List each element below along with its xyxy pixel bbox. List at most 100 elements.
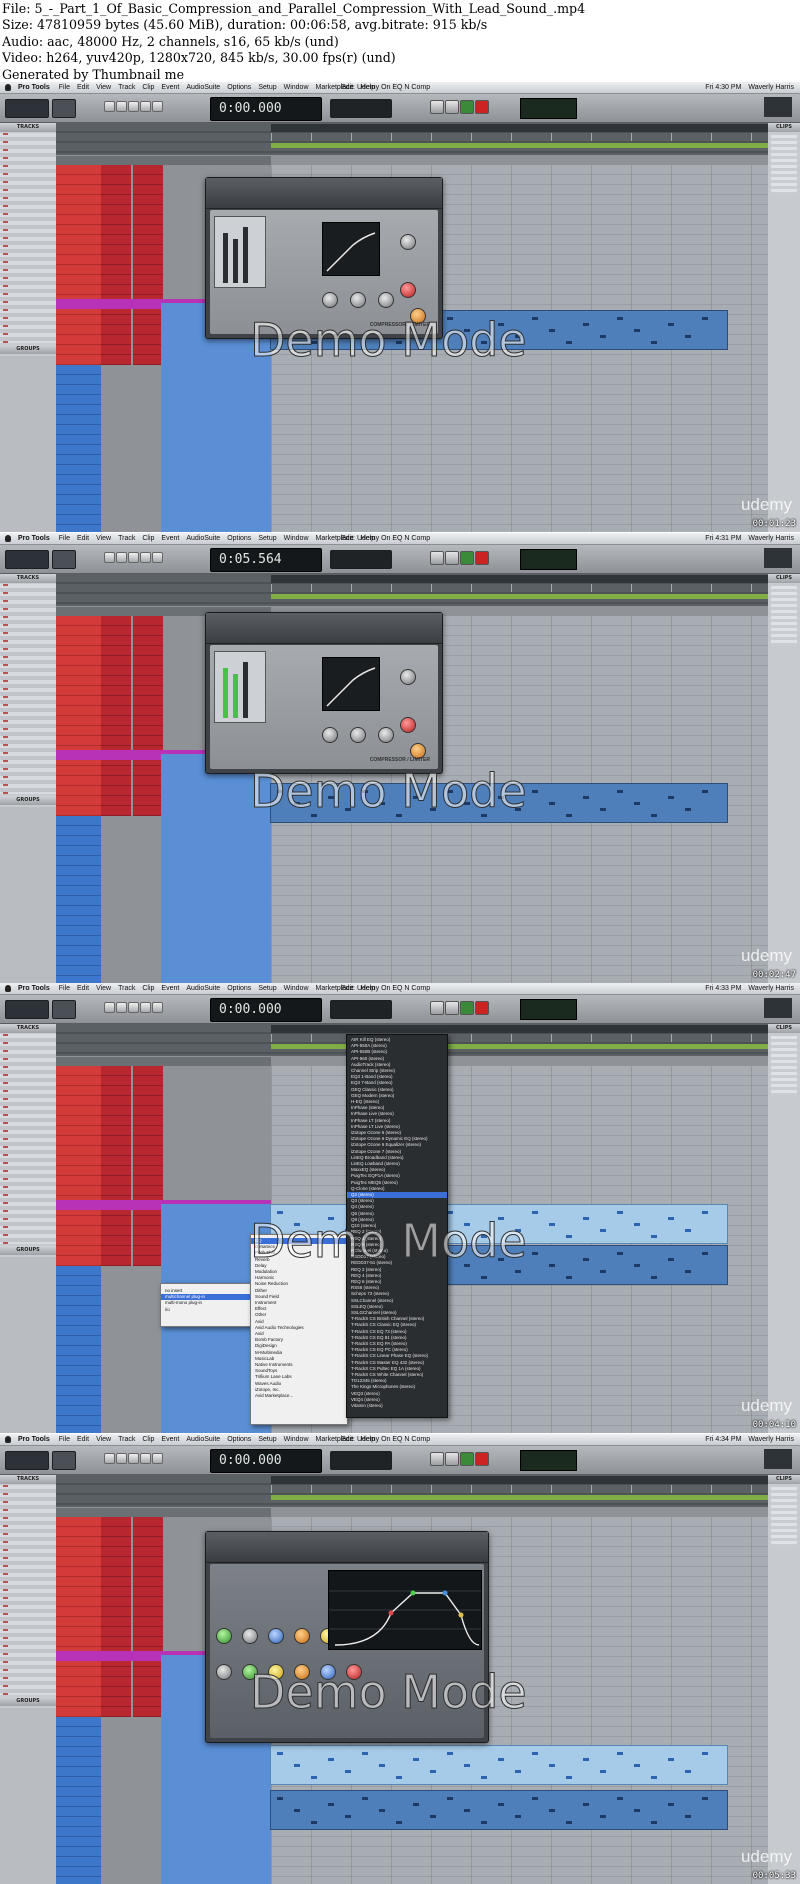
release-knob[interactable] [400, 717, 416, 733]
menu-item[interactable]: Setup [258, 82, 276, 93]
clips-list[interactable] [771, 1036, 797, 1096]
zoomer-tool-icon[interactable] [104, 1002, 115, 1013]
min-sec-ruler[interactable] [271, 1485, 768, 1493]
inserts-f-j-column[interactable] [133, 616, 163, 816]
groups-header[interactable]: GROUPS [0, 1697, 56, 1706]
menu-item[interactable]: Event [161, 533, 179, 544]
play-icon[interactable] [460, 1001, 474, 1015]
plugin-category-item[interactable]: Avid Marketplace... [251, 1393, 347, 1399]
inserts-f-j-column[interactable] [133, 1517, 163, 1717]
tempo-meter-display[interactable] [520, 1450, 577, 1471]
pencil-tool-icon[interactable] [152, 101, 163, 112]
app-menu[interactable]: Pro Tools [18, 533, 50, 544]
stop-icon[interactable] [430, 100, 444, 114]
menu-item[interactable]: Clip [142, 82, 154, 93]
app-menu[interactable]: Pro Tools [18, 983, 50, 994]
ratio-knob[interactable] [400, 234, 416, 250]
selector-tool-icon[interactable] [128, 1453, 139, 1464]
menu-item[interactable]: Edit [77, 1434, 89, 1445]
eq-band-knob[interactable] [216, 1628, 232, 1644]
knee-knob[interactable] [322, 292, 338, 308]
grabber-tool-icon[interactable] [140, 552, 151, 563]
tracks-list[interactable] [0, 133, 56, 343]
menu-item[interactable]: Window [284, 1434, 309, 1445]
inserts-a-e-column[interactable] [101, 165, 131, 365]
play-icon[interactable] [460, 551, 474, 565]
edit-mode-selector[interactable] [5, 550, 49, 569]
menu-item[interactable]: Edit [77, 82, 89, 93]
midi-tracks-blue[interactable] [56, 365, 101, 532]
markers-ruler[interactable] [271, 1495, 768, 1500]
midi-tracks-blue[interactable] [56, 1266, 101, 1433]
main-counter[interactable]: 0:00.000 [210, 1449, 322, 1473]
min-sec-ruler[interactable] [271, 584, 768, 592]
gain-knob[interactable] [378, 292, 394, 308]
grabber-tool-icon[interactable] [140, 1453, 151, 1464]
menu-item[interactable]: Track [118, 82, 135, 93]
trim-tool-icon[interactable] [116, 552, 127, 563]
menu-item[interactable]: Track [118, 533, 135, 544]
apple-icon[interactable] [5, 1436, 11, 1443]
inserts-a-e-column[interactable] [101, 616, 131, 816]
user-name[interactable]: Waverly Harris [748, 82, 794, 93]
clips-header[interactable]: CLIPS [768, 1475, 800, 1484]
menu-item[interactable]: Clip [142, 533, 154, 544]
main-counter[interactable]: 0:05.564 [210, 548, 322, 572]
clock[interactable]: Fri 4:34 PM [705, 1434, 741, 1445]
tempo-meter-display[interactable] [520, 98, 577, 119]
release-knob[interactable] [400, 282, 416, 298]
menu-item[interactable]: Options [227, 983, 251, 994]
rewind-icon[interactable] [445, 1001, 459, 1015]
menu-item[interactable]: Event [161, 1434, 179, 1445]
nudge-grid-display[interactable] [330, 550, 392, 569]
eq-curve-display[interactable] [328, 1570, 482, 1650]
play-icon[interactable] [460, 1452, 474, 1466]
apple-icon[interactable] [5, 84, 11, 91]
grabber-tool-icon[interactable] [140, 1002, 151, 1013]
record-icon[interactable] [475, 551, 489, 565]
eq-band-knob[interactable] [216, 1664, 232, 1680]
attack-knob[interactable] [350, 727, 366, 743]
record-icon[interactable] [475, 100, 489, 114]
groups-list[interactable] [0, 1708, 56, 1884]
rewind-icon[interactable] [445, 1452, 459, 1466]
selector-tool-icon[interactable] [128, 101, 139, 112]
attack-knob[interactable] [350, 292, 366, 308]
menu-item[interactable]: Clip [142, 983, 154, 994]
clips-header[interactable]: CLIPS [768, 574, 800, 583]
bars-beats-ruler[interactable] [271, 1025, 768, 1033]
knee-knob[interactable] [322, 727, 338, 743]
menu-item[interactable]: Track [118, 1434, 135, 1445]
min-sec-ruler[interactable] [271, 133, 768, 141]
user-name[interactable]: Waverly Harris [748, 1434, 794, 1445]
tempo-meter-display[interactable] [520, 999, 577, 1020]
trim-tool-icon[interactable] [116, 1002, 127, 1013]
menu-item[interactable]: Window [284, 983, 309, 994]
groups-list[interactable] [0, 356, 56, 532]
eq-band-knob[interactable] [268, 1628, 284, 1644]
menu-item[interactable]: View [96, 82, 111, 93]
stop-icon[interactable] [430, 1452, 444, 1466]
tempo-meter-display[interactable] [520, 549, 577, 570]
tracks-header[interactable]: TRACKS [0, 123, 56, 132]
nudge-grid-display[interactable] [330, 1000, 392, 1019]
zoom-controls[interactable] [52, 550, 76, 569]
menu-item[interactable]: Options [227, 1434, 251, 1445]
menu-item[interactable]: Setup [258, 533, 276, 544]
record-icon[interactable] [475, 1001, 489, 1015]
zoom-controls[interactable] [52, 99, 76, 118]
menu-item[interactable]: Event [161, 82, 179, 93]
insert-menu-item[interactable]: i/o [161, 1307, 253, 1313]
edit-mode-selector[interactable] [5, 99, 49, 118]
menu-item[interactable]: File [59, 983, 70, 994]
menu-item[interactable]: Edit [77, 533, 89, 544]
groups-list[interactable] [0, 807, 56, 983]
clips-header[interactable]: CLIPS [768, 1024, 800, 1033]
menu-item[interactable]: AudioSuite [186, 533, 220, 544]
groups-list[interactable] [0, 1257, 56, 1433]
tracks-header[interactable]: TRACKS [0, 1024, 56, 1033]
inserts-a-e-column[interactable] [101, 1517, 131, 1717]
main-counter[interactable]: 0:00.000 [210, 97, 322, 121]
zoomer-tool-icon[interactable] [104, 101, 115, 112]
stop-icon[interactable] [430, 1001, 444, 1015]
